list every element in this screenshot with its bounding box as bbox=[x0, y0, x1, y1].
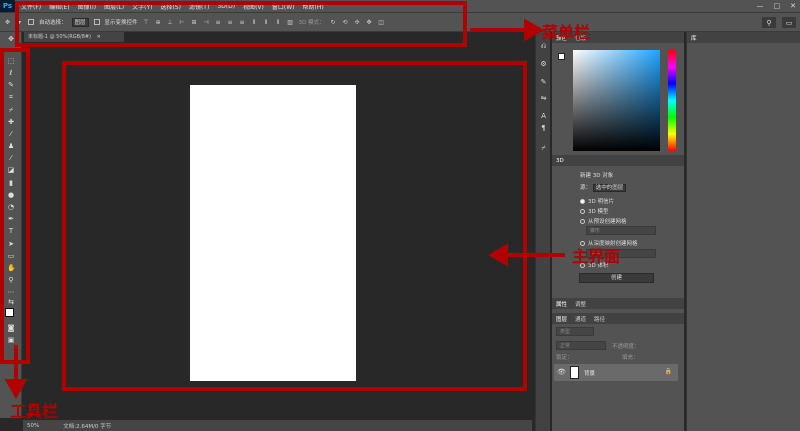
annotation-arrows bbox=[4, 18, 565, 400]
main-area-annotation-label: 主界面 bbox=[572, 247, 621, 266]
menubar-annotation-label: 菜单栏 bbox=[542, 23, 591, 42]
toolbar-arrowhead bbox=[4, 379, 28, 400]
toolbar-annotation-label: 工具栏 bbox=[10, 402, 59, 421]
menubar-arrowhead bbox=[524, 18, 545, 42]
main-area-arrowhead bbox=[487, 243, 508, 267]
